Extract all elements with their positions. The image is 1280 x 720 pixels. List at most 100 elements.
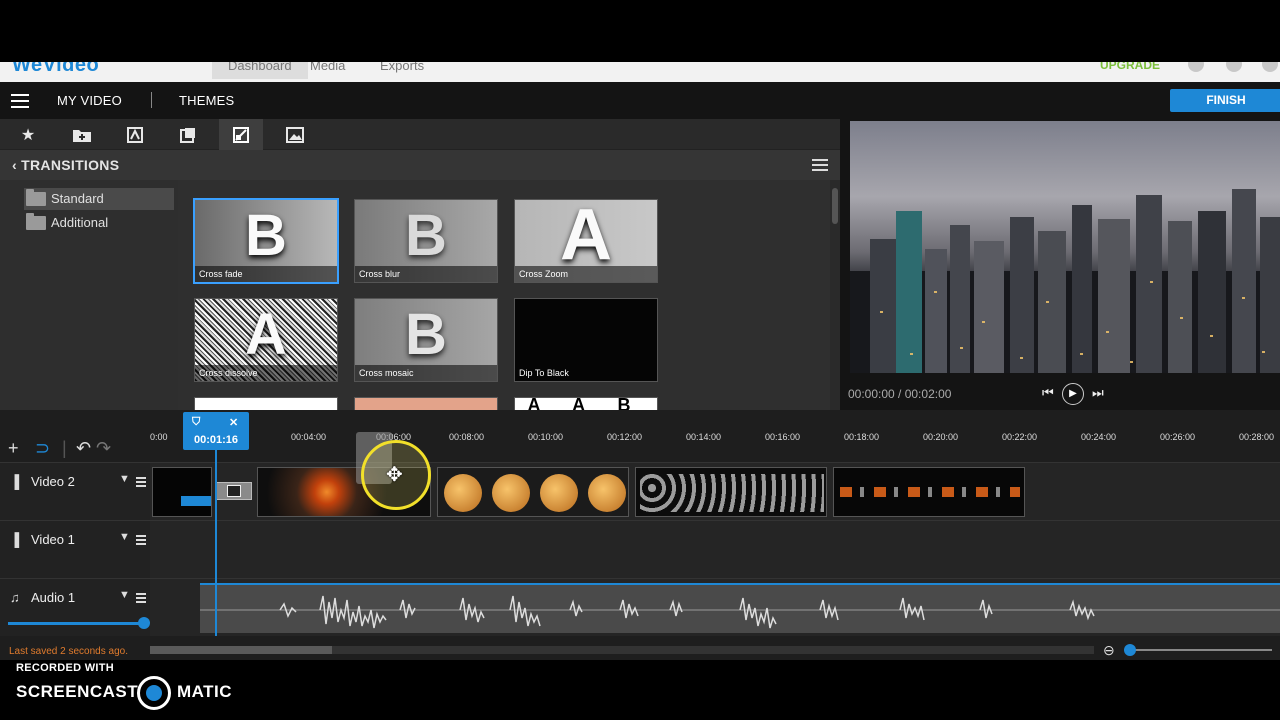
tile-label: Cross fade [195,266,337,282]
image-icon[interactable] [273,119,317,150]
tile-label: Cross dissolve [195,365,337,381]
chevron-down-icon[interactable]: ▼ [119,531,130,543]
nav-media[interactable]: Media [310,62,345,73]
divider: | [62,438,67,458]
top-nav: WeVideo Dashboard Media Exports UPGRADE [0,62,1280,82]
wevideo-logo[interactable]: WeVideo [12,62,99,77]
transition-tile[interactable]: B Cross fade [194,199,338,283]
preview-timecode: 00:00:00 / 00:02:00 [848,387,952,401]
track-header-video-2: ▐ Video 2 ▼ [0,462,150,520]
ruler-tick: 00:18:00 [844,432,880,442]
screencast-logo-icon [137,676,171,710]
chevron-down-icon[interactable]: ▼ [119,589,130,601]
tile-preview: A A B [527,397,645,410]
help-icon[interactable] [1188,62,1204,72]
panel-menu-icon[interactable] [812,159,828,171]
transition-tile[interactable]: B Cross mosaic [354,298,498,382]
transitions-grid: B Cross fade B Cross blur A Cross Zoom A… [178,180,830,410]
marker-icon[interactable]: ⛉ [192,416,200,429]
timeline: + ⊃ | ↶ ↷ 0:00 00:04:00 00:06:00 00:08:0… [0,410,1280,660]
magnet-icon[interactable]: ⊃ [35,438,50,459]
nav-dashboard[interactable]: Dashboard [212,62,308,79]
skip-forward-icon[interactable]: ⏭ [1092,385,1104,401]
preview-panel: 00:00:00 / 00:02:00 ⏮ ▶ ⏭ [840,119,1280,410]
folder-label: Standard [51,191,104,206]
save-status: Last saved 2 seconds ago. [9,646,128,657]
waveform-graphic [200,595,1280,629]
transition-tile[interactable]: B Cross blur [354,199,498,283]
track-lane-video-2[interactable] [150,462,1280,520]
ruler-tick: 00:22:00 [1002,432,1038,442]
transition-tile[interactable]: A A B [514,397,658,410]
track-menu-icon[interactable] [136,535,146,545]
zoom-knob[interactable] [1124,644,1136,656]
skip-back-icon[interactable]: ⏮ [1042,385,1054,401]
track-menu-icon[interactable] [136,593,146,603]
redo-icon[interactable]: ↷ [96,438,111,459]
media-tabbar: ★ [0,119,840,150]
nav-exports[interactable]: Exports [380,62,424,73]
notifications-icon[interactable] [1226,62,1242,72]
transitions-back-link[interactable]: ‹ TRANSITIONS [12,157,119,173]
tile-preview: B [245,203,287,268]
transition-tile[interactable] [354,397,498,410]
folder-icon [26,189,46,206]
transition-tile[interactable]: A Cross Zoom [514,199,658,283]
ruler-tick: 00:20:00 [923,432,959,442]
zoom-icon[interactable]: ⊖ [1103,642,1115,659]
tile-preview: B [405,203,447,268]
split-icon[interactable]: ✕ [229,416,238,429]
timeline-scroll-thumb[interactable] [150,646,332,654]
chevron-down-icon[interactable]: ▼ [119,473,130,485]
folder-additional[interactable]: Additional [24,212,174,234]
panel-scroll-thumb[interactable] [832,188,838,224]
ruler-tick: 00:14:00 [686,432,722,442]
transition-tile[interactable]: Dip To Black [514,298,658,382]
undo-icon[interactable]: ↶ [76,438,91,459]
timeline-scrollbar[interactable] [150,646,1094,654]
audio-volume-knob[interactable] [138,617,150,629]
timeline-clip[interactable] [833,467,1025,517]
transition-tile[interactable] [194,397,338,410]
upgrade-link[interactable]: UPGRADE [1100,62,1160,72]
move-cursor-icon: ✥ [386,464,403,486]
track-name: Video 1 [31,532,75,547]
ruler-tick: 00:28:00 [1239,432,1275,442]
track-name: Audio 1 [31,590,76,605]
themes-link[interactable]: THEMES [179,93,234,108]
preview-video[interactable] [850,121,1280,373]
ruler-tick: 0:00 [150,432,168,442]
add-track-icon[interactable]: + [8,438,19,459]
star-icon[interactable]: ★ [6,119,50,150]
my-video-link[interactable]: MY VIDEO [57,93,122,108]
timeline-clip[interactable] [635,467,827,517]
text-icon[interactable] [113,119,157,150]
transition-tile[interactable]: A Cross dissolve [194,298,338,382]
audio-waveform[interactable] [200,583,1280,633]
track-menu-icon[interactable] [136,477,146,487]
zoom-slider[interactable] [1126,649,1272,651]
track-lane-video-1[interactable] [150,520,1280,578]
play-button[interactable]: ▶ [1062,383,1084,405]
timeline-clip[interactable] [437,467,629,517]
folder-label: Additional [51,215,109,230]
playhead-time: 00:01:16 [193,434,239,446]
ruler-tick: 00:10:00 [528,432,564,442]
track-lane-audio-1[interactable] [150,578,1280,636]
panel-scrollbar[interactable] [830,180,840,410]
timeline-ruler[interactable]: 0:00 00:04:00 00:06:00 00:08:00 00:10:00… [150,410,1280,468]
ruler-tick: 00:12:00 [607,432,643,442]
avatar[interactable] [1262,62,1278,72]
playhead-handle[interactable]: ⛉ ✕ 00:01:16 [183,412,249,450]
graphics-icon[interactable] [166,119,210,150]
timeline-clip[interactable] [152,467,212,517]
audio-volume-slider[interactable] [8,622,144,625]
folder-add-icon[interactable] [60,119,104,150]
hamburger-menu-icon[interactable] [11,94,29,108]
folder-standard[interactable]: Standard [24,188,174,210]
transition-marker[interactable] [216,482,252,500]
transitions-icon[interactable] [219,119,263,150]
finish-button[interactable]: FINISH [1170,89,1280,112]
ruler-tick: 00:24:00 [1081,432,1117,442]
ruler-tick: 00:16:00 [765,432,801,442]
